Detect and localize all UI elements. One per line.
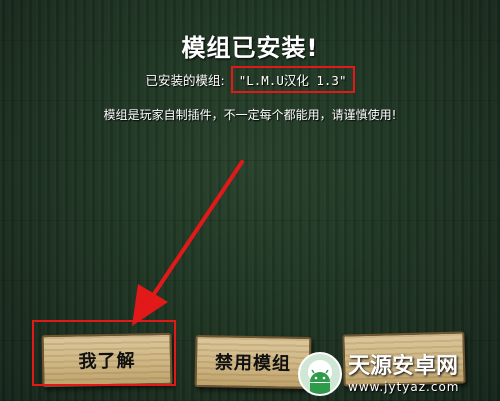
installed-mod-label: 已安装的模组: <box>145 73 225 88</box>
watermark-text: 天源安卓网 www.jytyaz.com <box>348 354 460 394</box>
watermark: 天源安卓网 www.jytyaz.com <box>298 350 498 398</box>
watermark-url: www.jytyaz.com <box>348 380 460 394</box>
ok-button-highlight <box>32 320 176 386</box>
page-title: 模组已安装! <box>181 34 319 62</box>
installed-mod-line: 已安装的模组: "L.M.U汉化 1.3" <box>0 66 500 93</box>
watermark-title: 天源安卓网 <box>348 354 459 379</box>
disable-mod-button[interactable]: 禁用模组 <box>194 334 312 390</box>
android-robot-icon <box>310 369 330 394</box>
disable-mod-button-label: 禁用模组 <box>214 352 292 375</box>
mod-warning-text: 模组是玩家自制插件，不一定每个都能用，请谨慎使用! <box>103 108 397 122</box>
installed-mod-name: "L.M.U汉化 1.3" <box>230 66 355 93</box>
android-logo-icon <box>298 352 342 396</box>
